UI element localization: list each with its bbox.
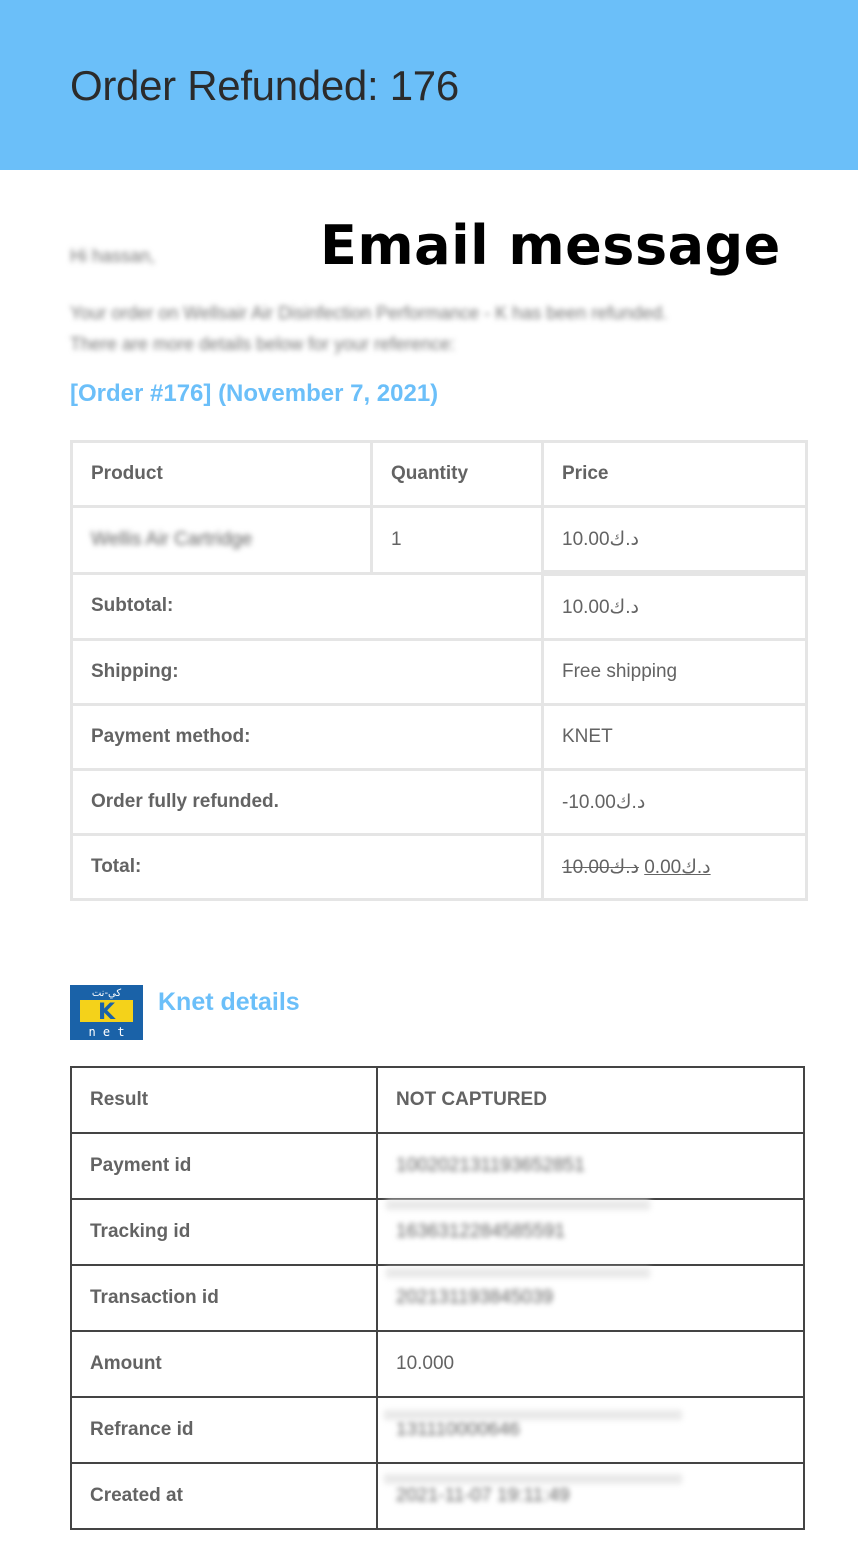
created-at-label: Created at	[70, 1462, 378, 1530]
email-header: Order Refunded: 176	[0, 0, 858, 170]
redaction-smudge	[384, 1410, 682, 1420]
table-row: Wellis Air Cartridge 1 د.ك10.00	[70, 505, 808, 575]
payment-id-label: Payment id	[70, 1132, 378, 1200]
column-header-quantity: Quantity	[370, 440, 544, 508]
shipping-row: Shipping: Free shipping	[70, 638, 808, 706]
redaction-smudge	[384, 1474, 682, 1484]
result-status: NOT CAPTURED	[376, 1066, 805, 1134]
subtotal-value: د.ك10.00	[541, 570, 808, 641]
column-header-product: Product	[70, 440, 373, 508]
knet-logo: كي-نت K n e t	[70, 985, 143, 1040]
column-header-price: Price	[541, 440, 808, 508]
refund-value: -د.ك10.00	[541, 768, 808, 836]
amount-value: 10.000	[376, 1330, 805, 1398]
knet-logo-net: n e t	[88, 1025, 124, 1039]
refund-row: Order fully refunded. -د.ك10.00	[70, 768, 808, 836]
total-label: Total:	[70, 833, 544, 901]
item-price: د.ك10.00	[541, 505, 808, 575]
intro-text: Your order on Wellsair Air Disinfection …	[70, 298, 770, 360]
table-row: Refrance id 131110000646	[70, 1396, 805, 1464]
payment-method-value: KNET	[541, 703, 808, 771]
knet-logo-arabic: كي-نت	[92, 988, 122, 999]
subtotal-row: Subtotal: د.ك10.00	[70, 570, 808, 641]
item-product: Wellis Air Cartridge	[70, 505, 373, 575]
email-title: Order Refunded: 176	[70, 62, 459, 109]
redaction-smudge	[386, 1200, 650, 1210]
subtotal-label: Subtotal:	[70, 571, 544, 641]
total-value: د.ك0.00 د.ك10.00	[541, 833, 808, 901]
intro-line-1: Your order on Wellsair Air Disinfection …	[70, 303, 668, 323]
greeting-text: Hi hassan,	[70, 246, 156, 266]
payment-method-row: Payment method: KNET	[70, 703, 808, 771]
overlay-label: Email message	[320, 214, 781, 277]
item-quantity: 1	[370, 505, 544, 575]
knet-logo-letter: K	[98, 1000, 116, 1025]
created-at-value: 2021-11-07 19:11:49	[376, 1462, 805, 1530]
tracking-id-label: Tracking id	[70, 1198, 378, 1266]
transaction-id-label: Transaction id	[70, 1264, 378, 1332]
redaction-smudge	[386, 1268, 650, 1278]
result-label: Result	[70, 1066, 378, 1134]
shipping-label: Shipping:	[70, 638, 544, 706]
knet-details-table: Result NOT CAPTURED Payment id 100202131…	[70, 1066, 805, 1530]
amount-label: Amount	[70, 1330, 378, 1398]
total-old-value: د.ك10.00	[562, 856, 639, 878]
table-row: Result NOT CAPTURED	[70, 1066, 805, 1134]
order-details-table: Product Quantity Price Wellis Air Cartri…	[70, 440, 808, 901]
shipping-value: Free shipping	[541, 638, 808, 706]
total-row: Total: د.ك0.00 د.ك10.00	[70, 833, 808, 901]
total-new-value: د.ك0.00	[644, 856, 711, 878]
table-row: Payment id 100202131193652851	[70, 1132, 805, 1200]
reference-id-label: Refrance id	[70, 1396, 378, 1464]
knet-details-heading: Knet details	[158, 988, 300, 1016]
intro-line-2: There are more details below for your re…	[70, 334, 456, 354]
table-header-row: Product Quantity Price	[70, 440, 808, 508]
table-row: Created at 2021-11-07 19:11:49	[70, 1462, 805, 1530]
payment-method-label: Payment method:	[70, 703, 544, 771]
refund-label: Order fully refunded.	[70, 768, 544, 836]
order-heading-link[interactable]: [Order #176] (November 7, 2021)	[70, 380, 438, 408]
payment-id-value: 100202131193652851	[376, 1132, 805, 1200]
reference-id-value: 131110000646	[376, 1396, 805, 1464]
table-row: Amount 10.000	[70, 1330, 805, 1398]
